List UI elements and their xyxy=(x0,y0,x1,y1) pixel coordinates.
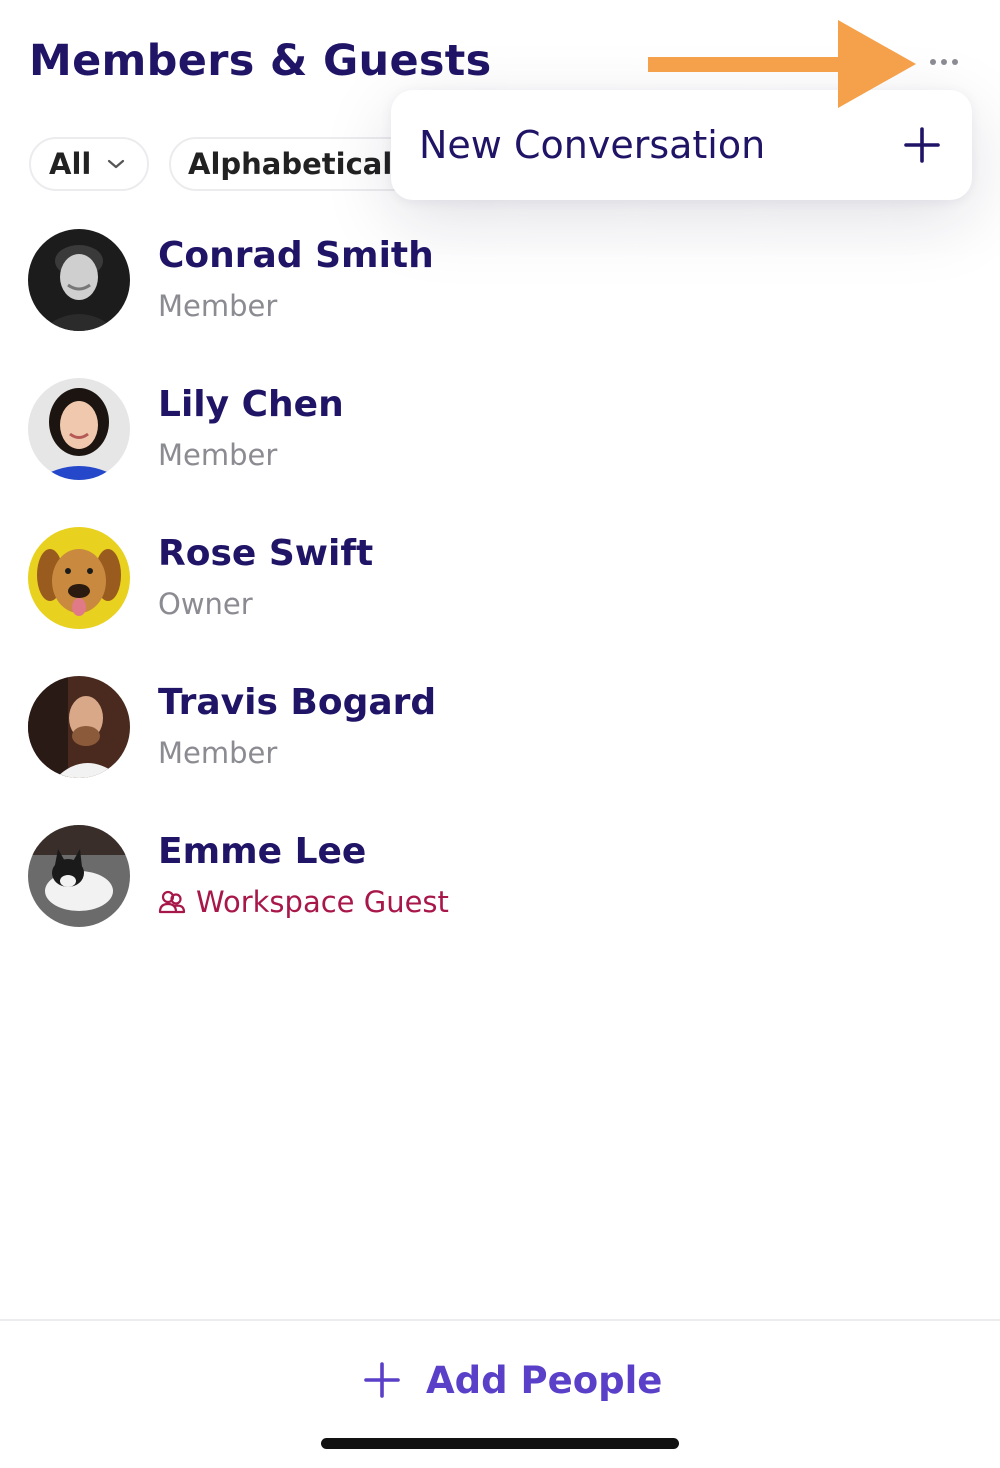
member-role: Member xyxy=(158,289,278,323)
member-role: Owner xyxy=(158,587,253,621)
home-indicator xyxy=(321,1438,679,1449)
member-name: Lily Chen xyxy=(158,384,344,425)
list-item[interactable]: Lily Chen Member xyxy=(0,378,1000,527)
sort-filter-dropdown[interactable]: Alphabetical xyxy=(169,137,429,191)
new-conversation-label[interactable]: New Conversation xyxy=(419,123,765,167)
member-name: Rose Swift xyxy=(158,533,374,574)
type-filter-label: All xyxy=(49,147,92,181)
type-filter-dropdown[interactable]: All xyxy=(29,137,149,191)
avatar xyxy=(28,825,130,927)
member-role-label: Workspace Guest xyxy=(196,885,449,919)
avatar xyxy=(28,676,130,778)
list-item[interactable]: Rose Swift Owner xyxy=(0,527,1000,676)
guest-icon xyxy=(158,890,186,914)
footer-divider xyxy=(0,1319,1000,1321)
sort-filter-label: Alphabetical xyxy=(188,147,393,181)
member-role: Workspace Guest xyxy=(158,885,449,919)
chevron-down-icon xyxy=(108,159,125,169)
member-name: Conrad Smith xyxy=(158,235,434,276)
member-name: Emme Lee xyxy=(158,831,367,872)
list-item[interactable]: Conrad Smith Member xyxy=(0,229,1000,378)
list-item[interactable]: Travis Bogard Member xyxy=(0,676,1000,825)
list-item[interactable]: Emme Lee Workspace Guest xyxy=(0,825,1000,974)
member-role: Member xyxy=(158,736,278,770)
avatar xyxy=(28,378,130,480)
member-list: Conrad Smith Member Lily Chen Member Ros… xyxy=(0,229,1000,974)
member-role: Member xyxy=(158,438,278,472)
member-name: Travis Bogard xyxy=(158,682,437,723)
arrow-right-icon xyxy=(648,20,916,108)
add-people-label: Add People xyxy=(426,1358,663,1402)
plus-icon xyxy=(364,1362,400,1398)
ellipsis-icon xyxy=(930,59,936,65)
page-title: Members & Guests xyxy=(29,36,492,86)
avatar xyxy=(28,229,130,331)
plus-icon[interactable] xyxy=(904,127,940,163)
more-options-button[interactable] xyxy=(918,40,970,84)
add-people-button[interactable]: Add People xyxy=(364,1355,662,1405)
avatar xyxy=(28,527,130,629)
